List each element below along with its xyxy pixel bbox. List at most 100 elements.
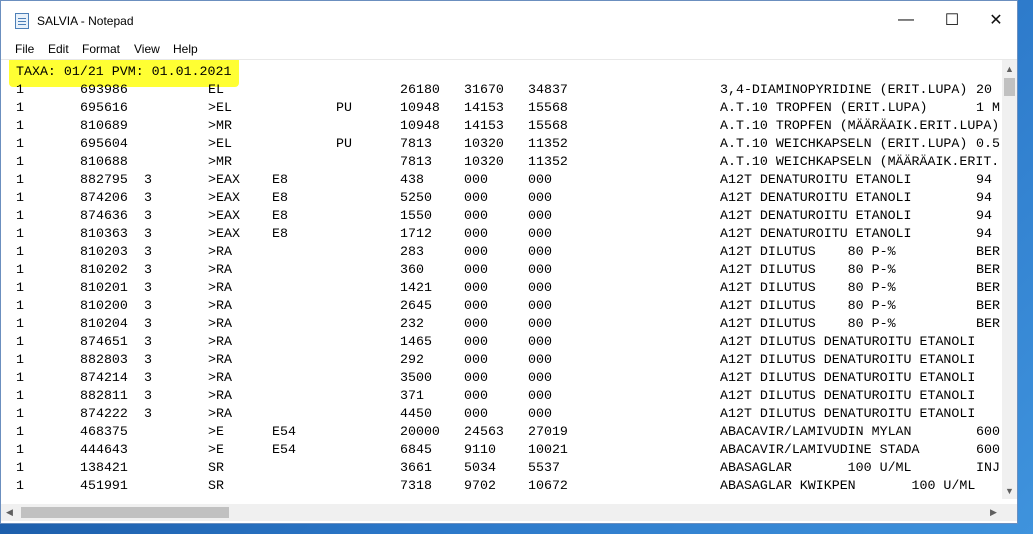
text-field-c1: 1 xyxy=(16,118,24,133)
text-field-c8: 10320 xyxy=(464,136,504,151)
text-field-c10: A.T.10 TROPFEN (MÄÄRÄAIK.ERIT.LUPA) xyxy=(720,118,1000,133)
text-field-c8: 000 xyxy=(464,262,488,277)
horizontal-scroll-thumb[interactable] xyxy=(21,507,229,518)
text-field-c6: PU xyxy=(336,100,352,115)
text-field-c10: A12T DILUTUS DENATUROITU ETANOLI xyxy=(720,352,976,367)
text-field-c8: 10320 xyxy=(464,154,504,169)
text-field-c8: 000 xyxy=(464,280,488,295)
menu-help[interactable]: Help xyxy=(173,42,198,56)
close-button[interactable]: ✕ xyxy=(973,1,1019,39)
text-field-c7: 232 xyxy=(400,316,424,331)
text-field-c7: 438 xyxy=(400,172,424,187)
text-field-c9: 000 xyxy=(528,262,552,277)
text-field-c8: 000 xyxy=(464,334,488,349)
text-field-c8: 31670 xyxy=(464,82,504,97)
text-field-c2: 882803 xyxy=(80,352,128,367)
text-field-c2: 138421 xyxy=(80,460,128,475)
scroll-right-icon[interactable]: ▶ xyxy=(985,504,1002,521)
text-field-c1: 1 xyxy=(16,136,24,151)
text-field-c9: 000 xyxy=(528,190,552,205)
text-field-c7: 26180 xyxy=(400,82,440,97)
text-field-c1: 1 xyxy=(16,226,24,241)
text-field-c7: 7813 xyxy=(400,154,432,169)
text-editor[interactable]: TAXA: 01/21 PVM: 01.01.2021 1 693986 EL 261… xyxy=(1,60,1002,499)
text-field-c4: >EL xyxy=(208,136,232,151)
text-field-c8: 000 xyxy=(464,388,488,403)
menu-format[interactable]: Format xyxy=(82,42,120,56)
text-field-c7: 283 xyxy=(400,244,424,259)
title-bar[interactable]: SALVIA - Notepad — ☐ ✕ xyxy=(1,1,1017,39)
text-field-c8: 24563 xyxy=(464,424,504,439)
text-field-c3: 3 xyxy=(144,172,152,187)
text-field-c8: 000 xyxy=(464,244,488,259)
text-field-c1: 1 xyxy=(16,298,24,313)
text-field-c11: BER xyxy=(976,316,1000,331)
text-field-c11: BER xyxy=(976,280,1000,295)
header-line: TAXA: 01/21 PVM: 01.01.2021 xyxy=(16,64,232,79)
text-field-c10: A12T DILUTUS DENATUROITU ETANOLI xyxy=(720,388,976,403)
text-field-c8: 000 xyxy=(464,298,488,313)
text-field-c3: 3 xyxy=(144,316,152,331)
text-field-c10: A12T DILUTUS DENATUROITU ETANOLI xyxy=(720,370,976,385)
text-field-c8: 14153 xyxy=(464,118,504,133)
text-field-c1: 1 xyxy=(16,262,24,277)
text-field-c4: >EAX xyxy=(208,172,240,187)
text-field-c2: 874222 xyxy=(80,406,128,421)
text-field-c8: 000 xyxy=(464,190,488,205)
text-field-c5: E8 xyxy=(272,208,288,223)
text-field-c1: 1 xyxy=(16,172,24,187)
scroll-up-icon[interactable]: ▲ xyxy=(1002,60,1017,77)
text-field-c1: 1 xyxy=(16,280,24,295)
text-field-c11: 20 xyxy=(976,82,992,97)
text-field-c2: 468375 xyxy=(80,424,128,439)
text-field-c10: A12T DENATUROITU ETANOLI xyxy=(720,190,912,205)
vertical-scroll-thumb[interactable] xyxy=(1004,78,1015,96)
text-field-c7: 5250 xyxy=(400,190,432,205)
text-field-c2: 810688 xyxy=(80,154,128,169)
text-field-c4: >RA xyxy=(208,298,232,313)
menu-edit[interactable]: Edit xyxy=(48,42,69,56)
text-field-c9: 000 xyxy=(528,226,552,241)
text-field-c11: 94 xyxy=(976,226,992,241)
text-field-c7: 7813 xyxy=(400,136,432,151)
text-field-c3: 3 xyxy=(144,388,152,403)
text-field-c8: 000 xyxy=(464,208,488,223)
text-field-c7: 10948 xyxy=(400,100,440,115)
maximize-button[interactable]: ☐ xyxy=(929,1,975,39)
text-field-c3: 3 xyxy=(144,298,152,313)
text-field-c2: 882811 xyxy=(80,388,128,403)
text-field-c4: >RA xyxy=(208,244,232,259)
minimize-button[interactable]: — xyxy=(883,1,929,39)
menu-bar: File Edit Format View Help xyxy=(1,39,1017,60)
text-field-c10: ABACAVIR/LAMIVUDIN MYLAN xyxy=(720,424,912,439)
text-field-c9: 000 xyxy=(528,334,552,349)
text-field-c4: >RA xyxy=(208,352,232,367)
text-field-c10: A.T.10 WEICHKAPSELN (ERIT.LUPA) xyxy=(720,136,968,151)
text-field-c3: 3 xyxy=(144,406,152,421)
text-field-c9: 15568 xyxy=(528,100,568,115)
horizontal-scrollbar[interactable]: ◀ ▶ xyxy=(1,504,1002,521)
menu-view[interactable]: View xyxy=(134,42,160,56)
scroll-left-icon[interactable]: ◀ xyxy=(1,504,18,521)
menu-file[interactable]: File xyxy=(15,42,34,56)
text-field-c10: A12T DILUTUS 80 P-% xyxy=(720,262,896,277)
text-field-c10: A12T DILUTUS 80 P-% xyxy=(720,316,896,331)
text-field-c4: >RA xyxy=(208,406,232,421)
scroll-down-icon[interactable]: ▼ xyxy=(1002,482,1017,499)
text-field-c2: 810203 xyxy=(80,244,128,259)
text-field-c10: A12T DILUTUS DENATUROITU ETANOLI xyxy=(720,406,976,421)
text-field-c11: INJ xyxy=(976,460,1000,475)
text-field-c1: 1 xyxy=(16,316,24,331)
text-field-c9: 000 xyxy=(528,316,552,331)
text-field-c8: 14153 xyxy=(464,100,504,115)
text-field-c3: 3 xyxy=(144,334,152,349)
text-field-c11: 94 xyxy=(976,172,992,187)
vertical-scrollbar[interactable]: ▲ ▼ xyxy=(1002,60,1017,499)
text-field-c2: 874214 xyxy=(80,370,128,385)
text-field-c1: 1 xyxy=(16,208,24,223)
text-field-c3: 3 xyxy=(144,190,152,205)
text-field-c7: 3500 xyxy=(400,370,432,385)
text-field-c11: 1 M xyxy=(976,100,1000,115)
text-field-c3: 3 xyxy=(144,262,152,277)
text-field-c4: >E xyxy=(208,442,224,457)
